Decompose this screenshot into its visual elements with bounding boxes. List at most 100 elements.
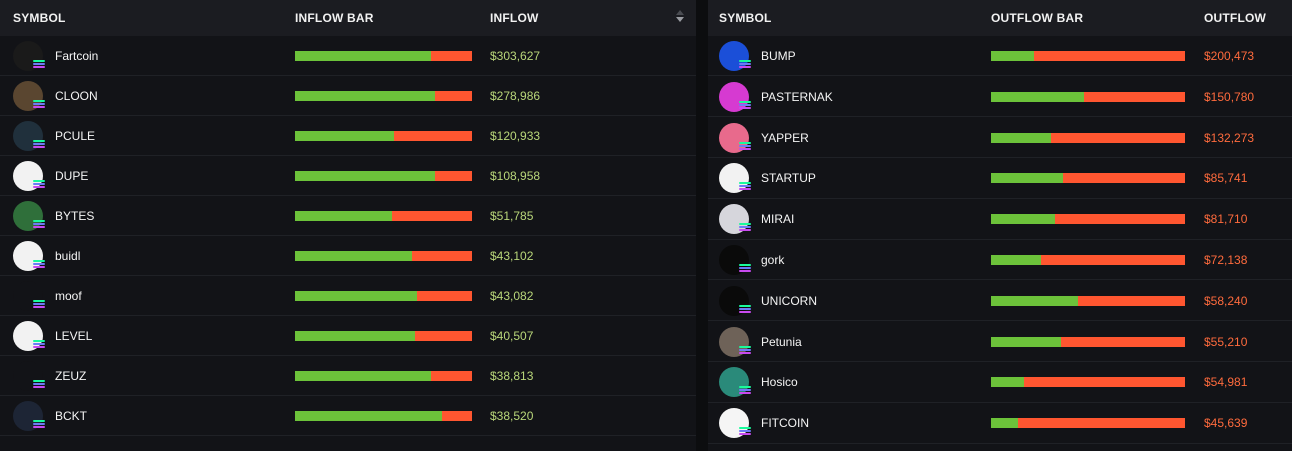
inflow-value: $303,627 — [490, 49, 541, 63]
flow-bar-green-segment — [991, 418, 1019, 429]
table-row[interactable]: moof $43,082 — [0, 276, 696, 316]
inflow-value: $278,986 — [490, 89, 541, 103]
flow-bar — [991, 254, 1185, 265]
flow-bar-green-segment — [991, 377, 1024, 388]
solana-badge-icon — [739, 100, 751, 111]
outflow-value: $72,138 — [1204, 252, 1248, 267]
token-symbol[interactable]: UNICORN — [761, 294, 817, 308]
flow-bar — [295, 411, 472, 421]
table-row[interactable]: LEVEL $40,507 — [0, 316, 696, 356]
token-symbol[interactable]: Petunia — [761, 335, 802, 349]
inflow-value: $40,507 — [490, 329, 534, 343]
token-symbol[interactable]: DUPE — [55, 169, 88, 183]
column-header-outflow-bar[interactable]: OUTFLOW BAR — [991, 11, 1083, 25]
inflow-value: $43,102 — [490, 249, 534, 263]
outflow-value: $81,710 — [1204, 212, 1248, 227]
sort-desc-icon[interactable] — [676, 10, 684, 22]
table-row[interactable]: PASTERNAK $150,780 — [708, 76, 1292, 118]
flow-bar — [295, 331, 472, 341]
table-row[interactable]: BUMP $200,473 — [708, 36, 1292, 77]
outflow-value: $150,780 — [1204, 89, 1255, 104]
table-row[interactable]: buidl $43,102 — [0, 236, 696, 276]
table-row[interactable]: MIRAI $81,710 — [708, 199, 1292, 240]
token-symbol[interactable]: YAPPER — [761, 131, 809, 145]
table-row[interactable]: FITCOIN $45,639 — [708, 403, 1292, 444]
table-row[interactable]: YAPPER $132,273 — [708, 117, 1292, 158]
table-row[interactable]: Hosico $54,981 — [708, 362, 1292, 403]
outflow-panel: SYMBOL OUTFLOW BAR OUTFLOW BUMP $200,473 P… — [708, 0, 1292, 451]
token-symbol[interactable]: PASTERNAK — [761, 90, 833, 104]
column-header-inflow[interactable]: INFLOW — [490, 11, 539, 25]
token-symbol[interactable]: BUMP — [761, 49, 796, 63]
table-row[interactable]: ZEUZ $38,813 — [0, 356, 696, 396]
flow-bar-green-segment — [295, 371, 432, 381]
token-symbol[interactable]: BYTES — [55, 209, 94, 223]
token-symbol[interactable]: FITCOIN — [761, 416, 809, 430]
column-header-symbol[interactable]: SYMBOL — [13, 11, 66, 25]
solana-badge-icon — [33, 340, 45, 350]
inflow-value: $108,958 — [490, 169, 541, 183]
table-row[interactable]: PCULE $120,933 — [0, 116, 696, 156]
flow-bar-green-segment — [991, 50, 1034, 61]
token-symbol[interactable]: gork — [761, 253, 784, 267]
flow-bar — [295, 291, 472, 301]
solana-badge-icon — [33, 420, 45, 430]
flow-bar — [991, 214, 1185, 225]
flow-bar — [991, 173, 1185, 184]
table-row[interactable]: CLOON $278,986 — [0, 76, 696, 116]
flow-bar-green-segment — [295, 91, 435, 101]
outflow-value: $55,210 — [1204, 334, 1248, 349]
token-symbol[interactable]: moof — [55, 289, 82, 303]
inflow-value: $38,813 — [490, 369, 534, 383]
table-row[interactable]: gork $72,138 — [708, 240, 1292, 281]
table-row[interactable]: UNICORN $58,240 — [708, 280, 1292, 322]
solana-badge-icon — [33, 220, 45, 230]
outflow-value: $200,473 — [1204, 48, 1255, 63]
token-symbol[interactable]: buidl — [55, 249, 80, 263]
column-header-symbol[interactable]: SYMBOL — [719, 11, 772, 25]
solana-badge-icon — [33, 140, 45, 150]
token-symbol[interactable]: CLOON — [55, 89, 98, 103]
token-symbol[interactable]: LEVEL — [55, 329, 92, 343]
solana-badge-icon — [739, 427, 751, 437]
solana-badge-icon — [739, 304, 751, 315]
flow-bar — [295, 131, 472, 141]
token-symbol[interactable]: STARTUP — [761, 171, 816, 185]
flow-bar — [295, 91, 472, 101]
column-header-outflow[interactable]: OUTFLOW — [1204, 11, 1266, 25]
table-row[interactable]: BCKT $38,520 — [0, 396, 696, 436]
solana-badge-icon — [739, 263, 751, 274]
flow-bar — [295, 51, 472, 61]
table-row[interactable]: BYTES $51,785 — [0, 196, 696, 236]
table-row[interactable]: Fartcoin $303,627 — [0, 36, 696, 76]
column-header-inflow-bar[interactable]: INFLOW BAR — [295, 11, 374, 25]
flow-bar — [991, 132, 1185, 143]
outflow-table-header: SYMBOL OUTFLOW BAR OUTFLOW — [708, 0, 1292, 36]
inflow-value: $38,520 — [490, 409, 534, 423]
table-row[interactable]: DUPE $108,958 — [0, 156, 696, 196]
flow-bar-green-segment — [991, 254, 1042, 265]
solana-badge-icon — [33, 260, 45, 270]
token-symbol[interactable]: BCKT — [55, 409, 87, 423]
flow-bar — [991, 336, 1185, 347]
token-symbol[interactable]: PCULE — [55, 129, 95, 143]
table-row[interactable]: Petunia $55,210 — [708, 321, 1292, 362]
flow-bar-green-segment — [991, 295, 1079, 306]
token-symbol[interactable]: ZEUZ — [55, 369, 86, 383]
flow-bar-green-segment — [295, 171, 435, 181]
flow-bar — [295, 171, 472, 181]
inflow-value: $51,785 — [490, 209, 534, 223]
table-row[interactable]: STARTUP $85,741 — [708, 158, 1292, 199]
solana-badge-icon — [739, 59, 751, 70]
flow-bar-green-segment — [295, 51, 432, 61]
token-symbol[interactable]: Fartcoin — [55, 49, 98, 63]
flow-bar-green-segment — [295, 291, 418, 301]
flow-bar-green-segment — [991, 336, 1061, 347]
flow-bar — [991, 91, 1185, 102]
inflow-panel: SYMBOL INFLOW BAR INFLOW Fartcoin $303,62… — [0, 0, 696, 451]
flow-bar — [295, 211, 472, 221]
outflow-value: $54,981 — [1204, 375, 1248, 390]
flow-bar-green-segment — [295, 411, 442, 421]
token-symbol[interactable]: Hosico — [761, 375, 798, 389]
token-symbol[interactable]: MIRAI — [761, 212, 794, 226]
